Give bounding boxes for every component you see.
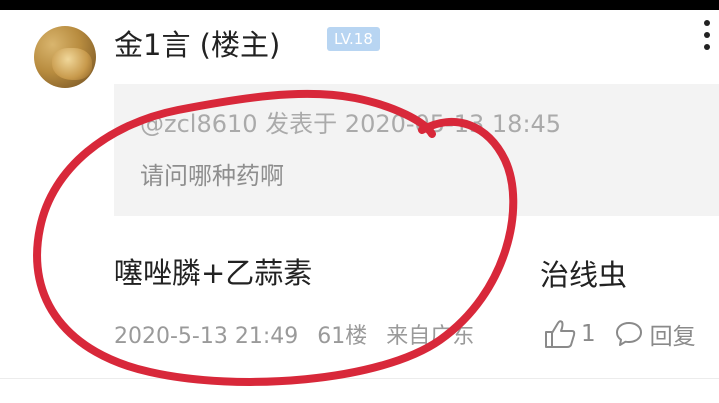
divider	[0, 378, 719, 379]
avatar-image	[52, 48, 92, 80]
reply-button[interactable]: 回复	[650, 317, 696, 351]
quote-meta: @zcl8610 发表于 2020-05-13 18:45	[140, 110, 562, 138]
avatar[interactable]	[34, 26, 96, 88]
more-options-icon[interactable]	[702, 20, 712, 60]
quoted-post[interactable]: @zcl8610 发表于 2020-05-13 18:45 请问哪种药啊	[114, 84, 719, 216]
handwritten-note: 治线虫	[540, 258, 628, 292]
reply-content: 噻唑膦+乙蒜素	[114, 256, 313, 290]
author-name[interactable]: 金1言	[114, 28, 190, 62]
post-author[interactable]: 金1言 (楼主)	[114, 22, 280, 64]
post-timestamp: 2020-5-13 21:49	[114, 324, 299, 349]
post-actions: 1 回复	[543, 316, 696, 352]
level-badge: LV.18	[327, 27, 380, 51]
floor-number: 61楼	[317, 324, 368, 349]
post-location: 来自广东	[386, 324, 475, 349]
quote-text: 请问哪种药啊	[140, 162, 284, 190]
like-count: 1	[581, 321, 596, 347]
post-meta: 2020-5-13 21:49 61楼 来自广东	[114, 318, 486, 350]
thumbs-up-icon[interactable]	[543, 319, 577, 349]
comment-icon[interactable]	[614, 320, 644, 348]
op-label: (楼主)	[199, 28, 281, 62]
status-bar	[0, 0, 719, 10]
